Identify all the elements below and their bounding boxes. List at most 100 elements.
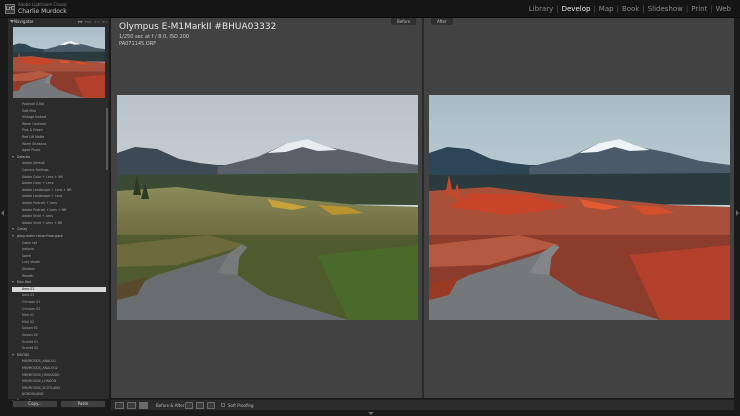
photo-info-title: Olympus E-M1MarkII #BHUA03332: [119, 22, 277, 32]
swap-before-after-button[interactable]: [185, 402, 193, 409]
preset-item[interactable]: MM/MOODS_ANALOG: [12, 359, 106, 365]
preset-label: Sorrel: [22, 253, 32, 258]
preset-item[interactable]: Scarlet 02: [12, 346, 106, 352]
preset-item[interactable]: Adobe Color + Lens + NR: [12, 175, 106, 181]
preset-item[interactable]: Indiana: [12, 247, 106, 253]
presets-scrollbar[interactable]: [106, 108, 108, 170]
after-label: After: [431, 18, 453, 25]
preset-item[interactable]: Adobe Default: [12, 161, 106, 167]
preset-item[interactable]: MM/MOODS_ANALOG2: [12, 366, 106, 372]
preset-item[interactable]: Aged Photo: [12, 148, 106, 154]
preset-item[interactable]: Crimson 02: [12, 307, 106, 313]
after-photo[interactable]: [429, 95, 730, 320]
collapse-left-arrow-icon[interactable]: [1, 210, 4, 216]
soft-proofing-label: Soft Proofing: [228, 403, 254, 408]
zoom-fill[interactable]: FILL: [85, 18, 91, 26]
preset-label: Mint 01: [22, 313, 34, 318]
preset-item[interactable]: Adobe Vivid + Lens: [12, 214, 106, 220]
preset-item[interactable]: Aero 02: [12, 293, 106, 299]
preset-label: MOODS: [17, 352, 30, 357]
preset-item[interactable]: Camera Settings: [12, 168, 106, 174]
preset-folder[interactable]: Kiev Red: [12, 280, 106, 286]
disclosure-triangle-icon: [10, 20, 14, 23]
preset-item[interactable]: Polaroid 4-flat: [12, 102, 106, 108]
navigator-preview[interactable]: [13, 27, 105, 98]
preset-item[interactable]: Aero 01: [12, 286, 106, 293]
preset-label: Red Lift Matte: [22, 135, 45, 139]
collapse-bottom-arrow-icon[interactable]: [368, 412, 374, 415]
preset-folder[interactable]: MOODS: [12, 353, 106, 359]
preset-label: Wreath: [22, 273, 34, 278]
preset-item[interactable]: Scarlet 01: [12, 340, 106, 346]
soft-proofing-checkbox[interactable]: [221, 403, 225, 407]
module-library[interactable]: Library: [526, 4, 556, 14]
navigator-header[interactable]: Navigator FIT FILL 1:1 3:1: [8, 18, 110, 26]
preset-item[interactable]: Adobe Color + Lens: [12, 181, 106, 187]
identity-plate: Adobe Lightroom Classic Charlie Murdock: [18, 2, 67, 16]
preset-item[interactable]: Adobe Landscape + Lens: [12, 194, 106, 200]
before-after-mode-button[interactable]: [139, 402, 148, 409]
copy-paste-bar: Copy... Paste: [8, 400, 110, 409]
preset-item[interactable]: NORDISLAND: [12, 392, 106, 398]
preset-label: Classy: [17, 227, 28, 232]
preset-item[interactable]: Warm Shadows: [12, 142, 106, 148]
module-web[interactable]: Web: [713, 4, 734, 14]
preset-item[interactable]: Wreath: [12, 274, 106, 280]
preset-item[interactable]: Adobe Landscape + Lens + NR: [12, 188, 106, 194]
view-mode-icon[interactable]: [127, 402, 136, 409]
copy-after-to-before-button[interactable]: [207, 402, 215, 409]
before-photo[interactable]: [117, 95, 418, 320]
preset-item[interactable]: Saloon 01: [12, 326, 106, 332]
preset-item[interactable]: MM/MOODS_SCOTLAND: [12, 386, 106, 392]
preset-item[interactable]: Pink & Green: [12, 128, 106, 134]
split-divider: [422, 18, 424, 398]
preset-label: Saloon 02: [22, 333, 38, 337]
preset-item[interactable]: Crimson 01: [12, 300, 106, 306]
preset-item[interactable]: MM/MOODS_HOKKAIDO: [12, 373, 106, 379]
preset-label: Mint 02: [22, 319, 34, 324]
preset-item[interactable]: Warm Contrast: [12, 122, 106, 128]
preset-label: Adobe Landscape + Lens + NR: [22, 187, 72, 192]
zoom-3-1[interactable]: 3:1: [102, 18, 107, 26]
preset-item[interactable]: Adobe Vivid + Lens + NR: [12, 221, 106, 227]
preset-item[interactable]: Sorrel: [12, 254, 106, 260]
module-book[interactable]: Book: [619, 4, 642, 14]
disclosure-triangle-icon: [12, 353, 14, 356]
zoom-fit[interactable]: FIT: [78, 18, 82, 26]
collapse-right-arrow-icon[interactable]: [736, 210, 739, 216]
preset-label: Soft Mist: [22, 108, 36, 113]
preset-item[interactable]: Saloon 02: [12, 333, 106, 339]
preset-label: Aero 02: [22, 293, 35, 298]
loupe-view-button[interactable]: [115, 402, 124, 409]
preset-folder[interactable]: glory-mohn+blue+true-pack: [12, 234, 106, 240]
paste-button[interactable]: Paste: [60, 400, 106, 408]
preset-label: Scarlet 01: [22, 339, 39, 344]
preset-label: Adobe Vivid + Lens + NR: [22, 220, 63, 225]
preset-item[interactable]: Adobe Portrait + Lens: [12, 201, 106, 207]
preset-label: Camera Settings: [22, 168, 49, 172]
preset-item[interactable]: Adobe Portrait + Lens + NR: [12, 208, 106, 214]
preset-item[interactable]: Soft Mist: [12, 109, 106, 115]
preset-item[interactable]: Mint 02: [12, 320, 106, 326]
copy-before-to-after-button[interactable]: [196, 402, 204, 409]
zoom-1-1[interactable]: 1:1: [94, 18, 99, 26]
preset-label: MM/MOODS_ANALOG2: [22, 366, 58, 370]
preset-folder[interactable]: Defaults: [12, 155, 106, 161]
module-develop[interactable]: Develop: [559, 4, 594, 14]
preset-item[interactable]: Mint 01: [12, 313, 106, 319]
preset-item[interactable]: Shadow: [12, 267, 106, 273]
preset-item[interactable]: Red Lift Matte: [12, 135, 106, 141]
preset-item[interactable]: Lucy shade: [12, 260, 106, 266]
module-slideshow[interactable]: Slideshow: [645, 4, 686, 14]
module-map[interactable]: Map: [596, 4, 617, 14]
copy-button[interactable]: Copy...: [12, 400, 58, 408]
preset-item[interactable]: Cabin set: [12, 241, 106, 247]
preset-label: Cabin set: [22, 240, 37, 245]
preset-item[interactable]: Vintage Instant: [12, 115, 106, 121]
module-print[interactable]: Print: [688, 4, 710, 14]
preset-label: Saloon 01: [22, 326, 38, 331]
preset-folder[interactable]: Classy: [12, 227, 106, 233]
before-after-label: Before & After :: [156, 403, 187, 408]
preset-item[interactable]: MM/MOODS_LONDON: [12, 379, 106, 385]
preset-label: Lucy shade: [22, 260, 41, 265]
